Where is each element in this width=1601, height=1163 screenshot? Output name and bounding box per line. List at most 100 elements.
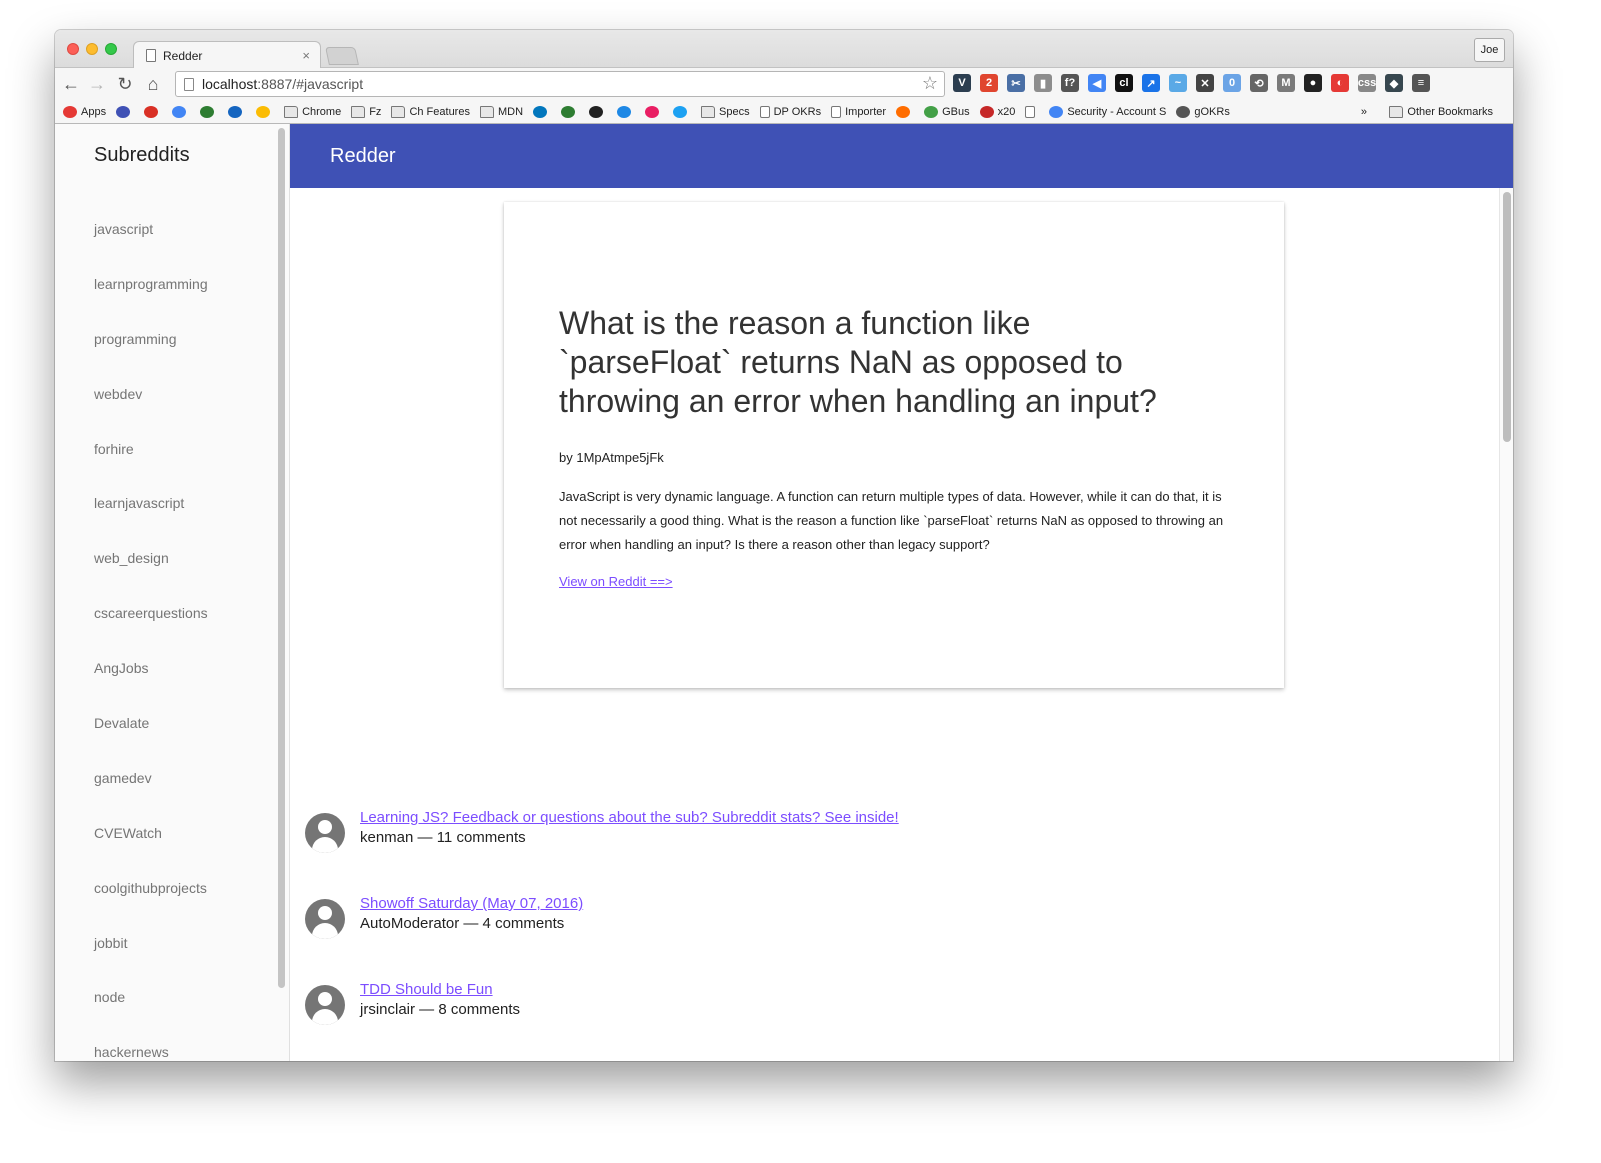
sidebar-item-14[interactable]: node [94, 988, 208, 1043]
featured-post-author: by 1MpAtmpe5jFk [559, 450, 664, 465]
profile-button[interactable]: Joe [1474, 38, 1505, 62]
sidebar-item-15[interactable]: hackernews [94, 1043, 208, 1061]
css-extension-icon[interactable]: css [1358, 74, 1376, 92]
bookmark-item[interactable] [533, 105, 551, 118]
sidebar-item-5[interactable]: learnjavascript [94, 494, 208, 549]
favicon-icon [200, 105, 215, 118]
window-minimize-button[interactable] [86, 43, 98, 55]
bookmark-item[interactable] [645, 105, 663, 118]
bookmark-label: DP OKRs [773, 105, 822, 118]
scissors-extension-icon[interactable]: ✂ [1007, 74, 1025, 92]
bookmark-star-icon[interactable]: ☆ [922, 73, 938, 94]
address-bar[interactable]: localhost:8887/#javascript ☆ [175, 71, 945, 97]
menu-icon[interactable]: ≡ [1412, 74, 1430, 92]
favicon-icon [116, 105, 131, 118]
pulse-extension-icon[interactable]: ~ [1169, 74, 1187, 92]
new-tab-button[interactable] [325, 47, 359, 65]
browser-tab[interactable]: Redder × [133, 41, 321, 69]
bookmark-item[interactable]: Security - Account S [1049, 105, 1166, 118]
tab-close-icon[interactable]: × [302, 48, 310, 63]
bookmark-item[interactable] [228, 105, 246, 118]
bookmark-label: Ch Features [409, 105, 470, 118]
post-title-link[interactable]: Showoff Saturday (May 07, 2016) [360, 895, 583, 912]
bookmark-item[interactable] [896, 105, 914, 118]
back-arrow-icon[interactable]: ← [61, 73, 81, 95]
post-meta: kenman — 11 comments [360, 829, 526, 846]
bookmark-item[interactable] [1025, 105, 1039, 118]
sidebar-item-7[interactable]: cscareerquestions [94, 604, 208, 659]
bookmark-item[interactable] [561, 105, 579, 118]
github-extension-icon[interactable]: ● [1304, 74, 1322, 92]
sidebar-item-11[interactable]: CVEWatch [94, 824, 208, 879]
sidebar-item-0[interactable]: javascript [94, 220, 208, 275]
bookmark-item[interactable]: MDN [479, 105, 523, 118]
sidebar-item-13[interactable]: jobbit [94, 934, 208, 989]
sidebar-item-9[interactable]: Devalate [94, 714, 208, 769]
post-meta: AutoModerator — 4 comments [360, 915, 565, 932]
bookmark-item[interactable] [256, 105, 274, 118]
tab-strip: Redder × Joe [55, 30, 1513, 69]
bookmark-item[interactable]: GBus [924, 105, 970, 118]
folder-icon [701, 105, 716, 118]
sidebar-item-12[interactable]: coolgithubprojects [94, 879, 208, 934]
bookmark-item[interactable]: Apps [63, 105, 106, 118]
drawer-title: Subreddits [94, 144, 190, 166]
url-host: localhost [202, 76, 258, 92]
bookmark-item[interactable]: Ch Features [391, 105, 470, 118]
sync-extension-icon[interactable]: ⟲ [1250, 74, 1268, 92]
window-close-button[interactable] [67, 43, 79, 55]
vivaldi-extension-icon[interactable]: V [953, 74, 971, 92]
badge-2-extension-icon[interactable]: 2 [980, 74, 998, 92]
red-circle-extension-icon[interactable]: ◐ [1331, 74, 1349, 92]
columns-extension-icon[interactable]: ▮ [1034, 74, 1052, 92]
content-scrollbar[interactable] [1503, 192, 1511, 442]
other-bookmarks-folder[interactable]: Other Bookmarks [1389, 105, 1493, 118]
bookmark-item[interactable] [673, 105, 691, 118]
ghost-extension-icon[interactable]: 0 [1223, 74, 1241, 92]
post-title-link[interactable]: Learning JS? Feedback or questions about… [360, 809, 899, 826]
arrow-extension-icon[interactable]: ↗ [1142, 74, 1160, 92]
bookmark-item[interactable] [200, 105, 218, 118]
sidebar-item-4[interactable]: forhire [94, 440, 208, 495]
bookmark-item[interactable] [617, 105, 635, 118]
function-extension-icon[interactable]: f? [1061, 74, 1079, 92]
home-icon[interactable]: ⌂ [143, 73, 163, 95]
bookmarks-overflow-chevron[interactable]: » [1361, 106, 1367, 118]
view-on-reddit-link[interactable]: View on Reddit ==> [559, 574, 673, 589]
favicon-icon [645, 105, 660, 118]
subreddit-list: javascript learnprogramming programming web… [94, 220, 208, 1061]
avatar-icon [305, 985, 345, 1025]
bookmark-item[interactable]: Specs [701, 105, 750, 118]
reload-icon[interactable]: ↻ [115, 73, 135, 95]
sidebar-item-3[interactable]: webdev [94, 385, 208, 440]
bookmark-item[interactable]: x20 [979, 105, 1015, 118]
bookmark-item[interactable]: DP OKRs [759, 105, 822, 118]
bookmark-item[interactable]: gOKRs [1176, 105, 1230, 118]
bookmark-item[interactable] [589, 105, 607, 118]
post-meta: jrsinclair — 8 comments [360, 1001, 521, 1018]
forward-arrow-icon[interactable]: → [87, 73, 107, 95]
sidebar-item-8[interactable]: AngJobs [94, 659, 208, 714]
main-panel: Redder What is the reason a function lik… [290, 124, 1513, 1061]
favicon-icon [256, 105, 271, 118]
bookmark-item[interactable]: Fz [351, 105, 381, 118]
sidebar-item-6[interactable]: web_design [94, 549, 208, 604]
bookmark-item[interactable]: Chrome [284, 105, 341, 118]
bookmarks-bar: Apps Chrome Fz Ch Features MDN Specs DP OKRs Im… [55, 100, 1513, 124]
megaphone-extension-icon[interactable]: ◀ [1088, 74, 1106, 92]
cl-extension-icon[interactable]: cl [1115, 74, 1133, 92]
bookmark-item[interactable]: Importer [831, 105, 886, 118]
diamond-extension-icon[interactable]: ◆ [1385, 74, 1403, 92]
sidebar-item-1[interactable]: learnprogramming [94, 275, 208, 330]
sidebar-item-2[interactable]: programming [94, 330, 208, 385]
sidebar-item-10[interactable]: gamedev [94, 769, 208, 824]
bookmark-item[interactable] [172, 105, 190, 118]
avatar-icon [305, 813, 345, 853]
bookmark-item[interactable] [144, 105, 162, 118]
close-circle-extension-icon[interactable]: ✕ [1196, 74, 1214, 92]
bookmark-item[interactable] [116, 105, 134, 118]
window-maximize-button[interactable] [105, 43, 117, 55]
gmail-extension-icon[interactable]: M [1277, 74, 1295, 92]
post-title-link[interactable]: TDD Should be Fun [360, 981, 493, 998]
drawer-scrollbar[interactable] [278, 128, 285, 988]
